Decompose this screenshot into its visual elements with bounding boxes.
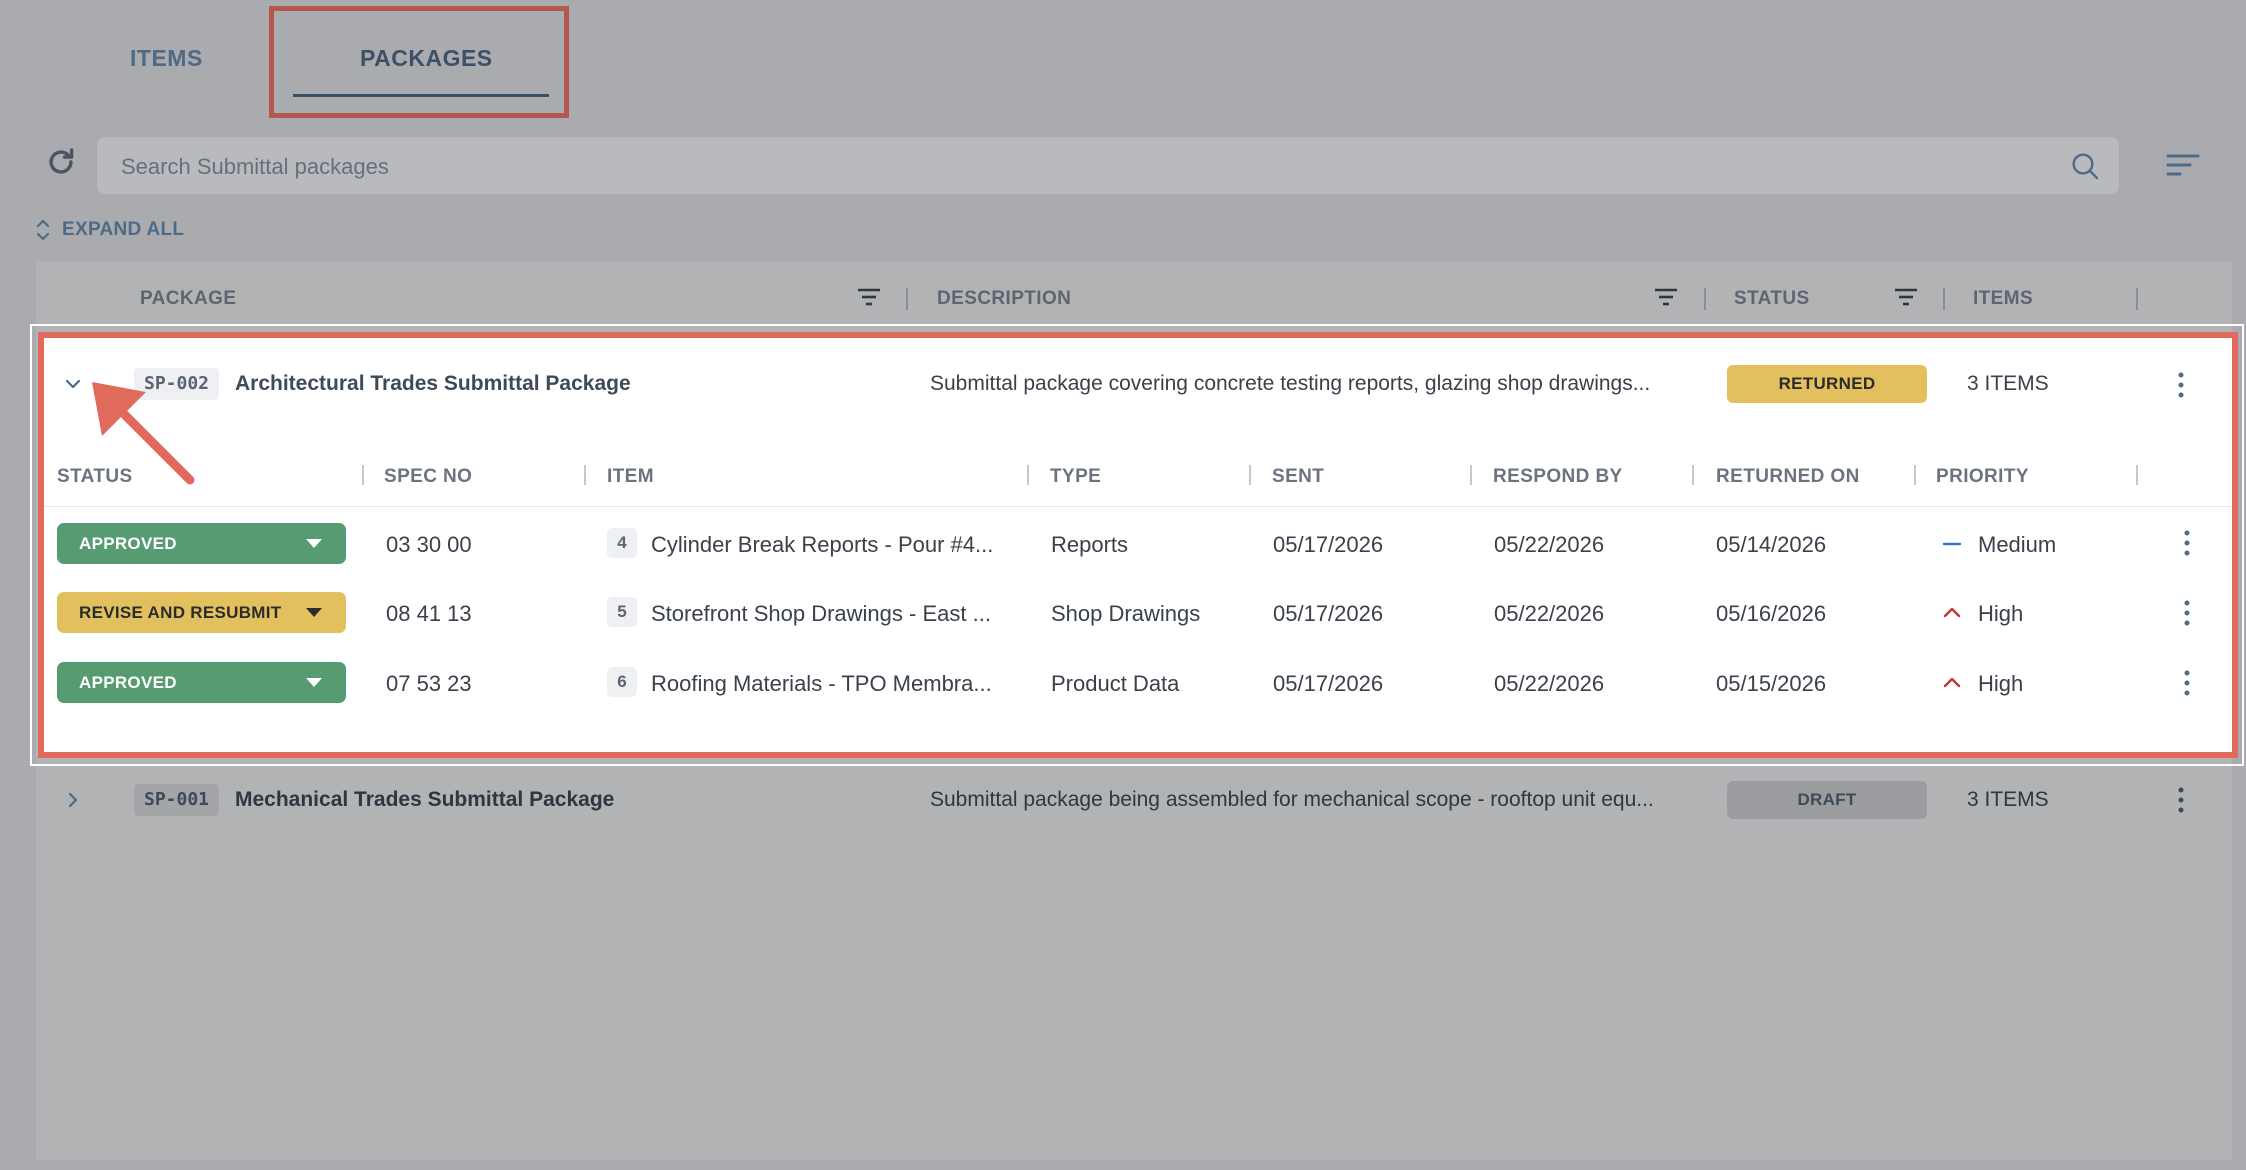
column-divider[interactable] <box>1704 288 1706 310</box>
search-input[interactable] <box>119 137 2023 196</box>
status-dropdown[interactable]: APPROVED <box>57 523 346 564</box>
column-header-package[interactable]: PACKAGE <box>140 288 236 310</box>
priority-label: High <box>1978 601 2024 626</box>
status-dropdown-label: APPROVED <box>79 673 177 692</box>
package-title[interactable]: Architectural Trades Submittal Package <box>235 372 631 396</box>
search-bar <box>97 137 2119 196</box>
returned-on-date: 05/16/2026 <box>1716 601 1827 626</box>
expand-all-label: EXPAND ALL <box>62 219 185 240</box>
returned-on-date: 05/15/2026 <box>1716 671 1827 696</box>
column-divider[interactable] <box>1943 288 1945 310</box>
caret-down-icon <box>306 678 322 687</box>
sent-date: 05/17/2026 <box>1273 601 1384 626</box>
spec-no: 03 30 00 <box>386 532 472 557</box>
sub-column-sent[interactable]: SENT <box>1272 466 1324 488</box>
more-options-icon[interactable] <box>2182 528 2192 558</box>
item-name[interactable]: Storefront Shop Drawings - East ... <box>651 601 991 627</box>
caret-down-icon <box>306 608 322 617</box>
column-divider[interactable] <box>1470 465 1472 485</box>
sort-icon[interactable] <box>2166 150 2200 180</box>
more-options-icon[interactable] <box>2176 785 2186 815</box>
expand-collapse-icon <box>36 219 50 241</box>
column-divider[interactable] <box>1692 465 1694 485</box>
status-dropdown-label: APPROVED <box>79 534 177 553</box>
column-header-status[interactable]: STATUS <box>1734 288 1810 310</box>
caret-down-icon <box>306 539 322 548</box>
returned-on-date: 05/14/2026 <box>1716 532 1827 557</box>
spec-no: 07 53 23 <box>386 671 472 696</box>
sub-column-type[interactable]: TYPE <box>1050 466 1101 488</box>
status-badge: DRAFT <box>1727 781 1927 819</box>
item-name[interactable]: Cylinder Break Reports - Pour #4... <box>651 532 993 558</box>
sub-column-returned-on[interactable]: RETURNED ON <box>1716 466 1860 488</box>
search-icon[interactable] <box>2069 150 2101 182</box>
column-divider[interactable] <box>1914 465 1916 485</box>
more-options-icon[interactable] <box>2176 370 2186 400</box>
status-badge: RETURNED <box>1727 365 1927 403</box>
column-header-items[interactable]: ITEMS <box>1973 288 2033 310</box>
filter-icon[interactable] <box>1892 285 1920 309</box>
column-divider[interactable] <box>1249 465 1251 485</box>
item-type: Reports <box>1051 532 1129 557</box>
item-number-badge: 6 <box>607 667 637 697</box>
annotation-arrow-icon <box>92 382 195 485</box>
sent-date: 05/17/2026 <box>1273 532 1384 557</box>
item-type: Shop Drawings <box>1051 601 1201 626</box>
sub-column-spec-no[interactable]: SPEC NO <box>384 466 472 488</box>
sub-column-priority[interactable]: PRIORITY <box>1936 466 2029 488</box>
priority-label: Medium <box>1978 532 2057 557</box>
status-dropdown[interactable]: REVISE AND RESUBMIT <box>57 592 346 633</box>
respond-by-date: 05/22/2026 <box>1494 671 1605 696</box>
priority-high-icon <box>1943 677 1961 688</box>
column-divider[interactable] <box>2136 288 2138 310</box>
spec-no: 08 41 13 <box>386 601 472 626</box>
priority-medium-icon <box>1942 542 1962 546</box>
filter-icon[interactable] <box>1652 285 1680 309</box>
sub-column-item[interactable]: ITEM <box>607 466 654 488</box>
item-type: Product Data <box>1051 671 1180 696</box>
package-id: SP-001 <box>134 784 220 816</box>
column-divider[interactable] <box>584 465 586 485</box>
package-description: Submittal package covering concrete test… <box>930 372 1651 395</box>
sub-column-respond-by[interactable]: RESPOND BY <box>1493 466 1623 488</box>
status-dropdown[interactable]: APPROVED <box>57 662 346 703</box>
filter-icon[interactable] <box>855 285 883 309</box>
more-options-icon[interactable] <box>2182 668 2192 698</box>
column-divider[interactable] <box>906 288 908 310</box>
item-number-badge: 4 <box>607 528 637 558</box>
chevron-right-icon[interactable] <box>62 789 84 811</box>
package-description: Submittal package being assembled for me… <box>930 788 1654 811</box>
items-count: 3 ITEMS <box>1967 788 2049 811</box>
expand-all-button[interactable]: EXPAND ALL <box>36 218 184 242</box>
more-options-icon[interactable] <box>2182 598 2192 628</box>
item-name[interactable]: Roofing Materials - TPO Membra... <box>651 671 992 697</box>
refresh-icon[interactable] <box>44 145 78 179</box>
item-number-badge: 5 <box>607 597 637 627</box>
sent-date: 05/17/2026 <box>1273 671 1384 696</box>
priority-label: High <box>1978 671 2024 696</box>
column-header-description[interactable]: DESCRIPTION <box>937 288 1071 310</box>
column-divider[interactable] <box>1027 465 1029 485</box>
column-divider[interactable] <box>362 465 364 485</box>
tab-items[interactable]: ITEMS <box>130 45 203 72</box>
priority-high-icon <box>1943 607 1961 618</box>
respond-by-date: 05/22/2026 <box>1494 532 1605 557</box>
status-dropdown-label: REVISE AND RESUBMIT <box>79 603 282 622</box>
package-title[interactable]: Mechanical Trades Submittal Package <box>235 788 614 812</box>
sub-header-divider <box>44 506 2232 507</box>
respond-by-date: 05/22/2026 <box>1494 601 1605 626</box>
column-divider[interactable] <box>2136 465 2138 485</box>
items-count: 3 ITEMS <box>1967 372 2049 395</box>
tab-highlight-annotation <box>269 6 569 118</box>
